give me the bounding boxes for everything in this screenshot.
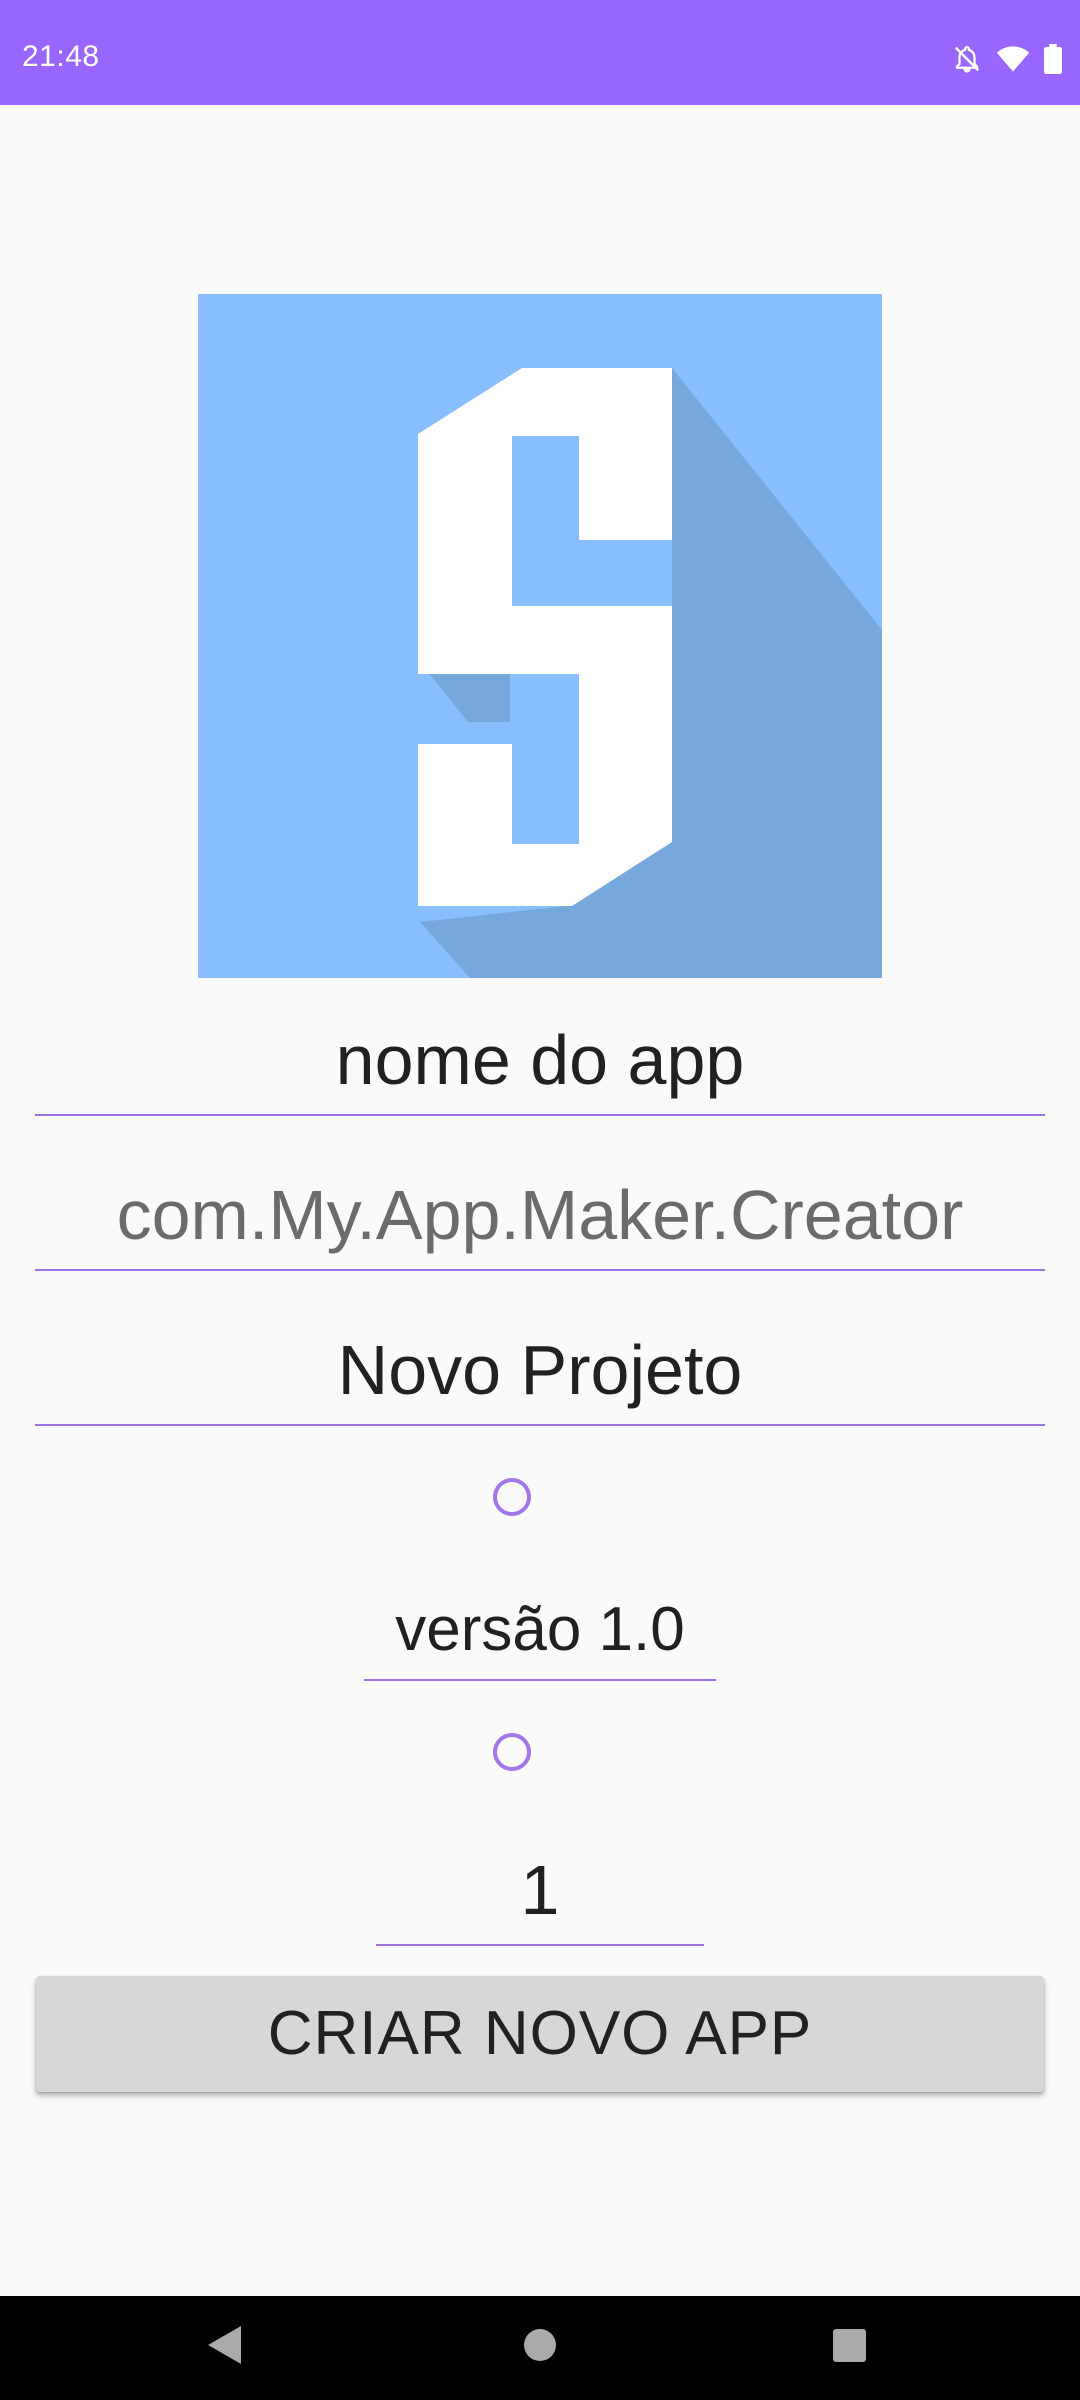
version-code-input[interactable]: 1 (376, 1840, 704, 1946)
screen: 21:48 nome do app com.My.App.Maker.Creat… (0, 0, 1080, 2400)
project-name-value: Novo Projeto (337, 1331, 743, 1409)
back-icon[interactable] (208, 2326, 241, 2364)
create-new-app-button[interactable]: CRIAR NOVO APP (36, 1976, 1044, 2092)
status-icons (952, 42, 1062, 76)
version-name-radio[interactable] (493, 1478, 531, 1516)
project-name-input[interactable]: Novo Projeto (35, 1325, 1045, 1426)
wifi-icon (996, 45, 1030, 73)
status-time: 21:48 (22, 40, 100, 73)
version-name-input[interactable]: versão 1.0 (364, 1580, 716, 1681)
app-name-value: nome do app (335, 1021, 745, 1099)
home-icon[interactable] (524, 2329, 556, 2361)
app-name-input[interactable]: nome do app (35, 1015, 1045, 1116)
sketchware-s-logo-icon (198, 294, 882, 978)
version-code-value: 1 (520, 1851, 560, 1929)
notifications-off-icon (952, 44, 982, 74)
recents-icon[interactable] (833, 2329, 866, 2362)
version-code-radio[interactable] (493, 1733, 531, 1771)
battery-icon (1044, 44, 1062, 74)
app-logo-image[interactable] (198, 294, 882, 978)
package-name-input[interactable]: com.My.App.Maker.Creator (35, 1170, 1045, 1271)
status-bar: 21:48 (0, 0, 1080, 105)
version-name-value: versão 1.0 (395, 1595, 685, 1664)
navigation-bar (0, 2296, 1080, 2400)
package-name-value: com.My.App.Maker.Creator (116, 1176, 964, 1254)
